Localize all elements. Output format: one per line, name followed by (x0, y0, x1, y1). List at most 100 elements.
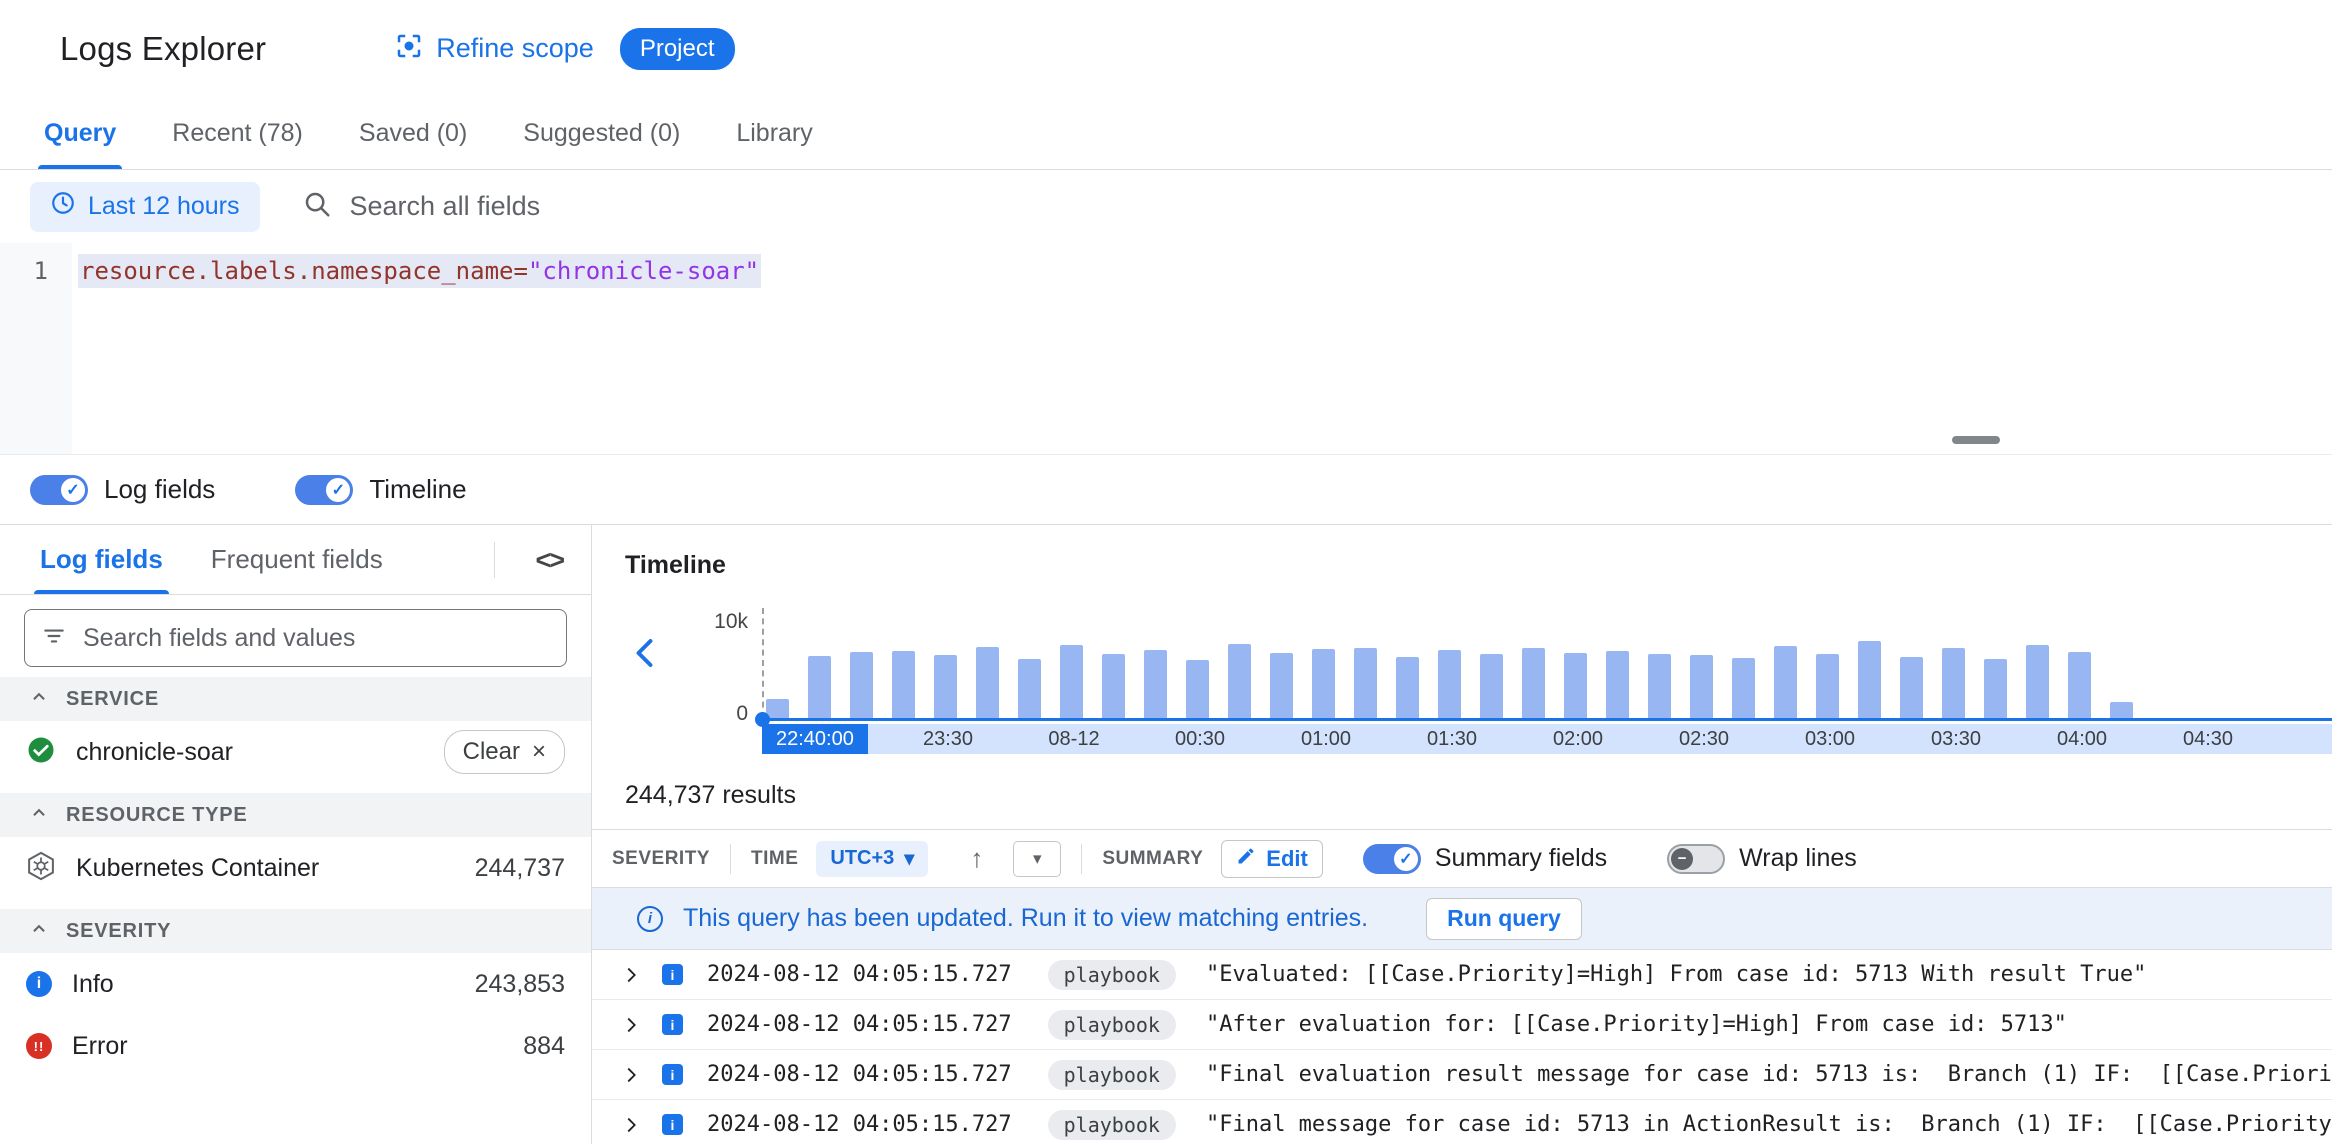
timeline-bar[interactable] (1564, 653, 1587, 718)
collapse-panel-icon[interactable]: <> (535, 525, 565, 595)
expand-chevron-icon[interactable] (620, 964, 642, 986)
timeline-bar[interactable] (1984, 659, 2007, 718)
timeline-bar[interactable] (1732, 658, 1755, 718)
refine-scope-button[interactable]: Refine scope (394, 31, 594, 66)
tab-frequent-fields[interactable]: Frequent fields (187, 525, 407, 594)
log-message: "Final evaluation result message for cas… (1205, 1062, 2332, 1087)
log-fields-toggle[interactable]: ✓ (30, 474, 88, 505)
timeline-bar[interactable] (1942, 648, 1965, 718)
timeline-range-line[interactable] (755, 712, 2332, 727)
timeline-x-label: 01:00 (1300, 728, 1352, 750)
sort-ascending-button[interactable]: ↑ (970, 843, 983, 874)
field-badge[interactable]: playbook (1047, 959, 1176, 990)
summary-fields-toggle[interactable]: ✓ (1362, 843, 1421, 874)
field-item-chronicle-soar[interactable]: chronicle-soar Clear × (0, 721, 591, 783)
timeline-bar[interactable] (976, 647, 999, 718)
field-badge[interactable]: playbook (1047, 1009, 1176, 1040)
tab-recent[interactable]: Recent (78) (144, 97, 331, 169)
timeline-bar[interactable] (1648, 654, 1671, 718)
time-range-button[interactable]: Last 12 hours (30, 181, 260, 232)
field-badge[interactable]: playbook (1047, 1059, 1176, 1090)
timeline-bars[interactable] (766, 620, 2332, 718)
info-icon: i (26, 971, 52, 997)
tab-library[interactable]: Library (708, 97, 840, 169)
field-item-count: 244,737 (474, 853, 565, 882)
timeline-bar[interactable] (1396, 657, 1419, 718)
timeline-bar[interactable] (1228, 643, 1251, 718)
field-badge[interactable]: playbook (1047, 1109, 1176, 1140)
log-row[interactable]: i 2024-08-12 04:05:15.727 playbook "Final m… (592, 1100, 2332, 1144)
clear-filter-button[interactable]: Clear × (443, 730, 565, 774)
search-all-fields-input[interactable] (347, 190, 2332, 223)
query-code-line[interactable]: resource.labels.namespace_name="chronicl… (78, 254, 762, 288)
line-number: 1 (33, 257, 48, 285)
timeline-bar[interactable] (1690, 655, 1713, 718)
timeline-bar[interactable] (1774, 646, 1797, 718)
query-value: "chronicle-soar" (527, 257, 760, 285)
timeline-bar[interactable] (808, 656, 831, 718)
expand-chevron-icon[interactable] (620, 1064, 642, 1086)
timeline-bar[interactable] (766, 699, 789, 718)
search-all-fields[interactable] (302, 189, 2332, 224)
timeline-toggle[interactable]: ✓ (295, 474, 354, 505)
log-message: "Evaluated: [[Case.Priority]=High] From … (1205, 962, 2147, 987)
section-severity-header[interactable]: SEVERITY (0, 909, 591, 953)
timeline-x-label: 01:30 (1426, 728, 1478, 750)
section-resource-type-header[interactable]: RESOURCE TYPE (0, 793, 591, 837)
timeline-bar[interactable] (1816, 654, 1839, 718)
timeline-prev-button[interactable] (628, 635, 664, 676)
column-options-dropdown[interactable]: ▾ (1013, 840, 1062, 877)
edit-label: Edit (1266, 845, 1308, 871)
timeline-bar[interactable] (2068, 652, 2091, 718)
results-panel: Timeline 10k 0 22:40:00 23:30 08-12 00:3… (592, 525, 2332, 1144)
timezone-selector[interactable]: UTC+3 ▾ (816, 840, 929, 877)
timeline-bar[interactable] (1186, 660, 1209, 718)
timeline-bar[interactable] (1438, 650, 1461, 718)
run-query-button[interactable]: Run query (1426, 897, 1582, 940)
timeline-bar[interactable] (1858, 640, 1881, 718)
timeline-chart[interactable]: 10k 0 22:40:00 23:30 08-12 00:30 01:00 01:30… (714, 608, 2332, 754)
timeline-x-axis: 22:40:00 23:30 08-12 00:30 01:00 01:30 02:00 0… (762, 724, 2332, 754)
time-column-label: TIME (750, 847, 799, 869)
field-item-error[interactable]: !! Error 884 (0, 1015, 591, 1077)
edit-summary-button[interactable]: Edit (1221, 839, 1323, 878)
timeline-bar[interactable] (2026, 644, 2049, 718)
main-split: Log fields Frequent fields <> SERVICE (0, 525, 2332, 1144)
timezone-label: UTC+3 (830, 847, 895, 869)
timeline-bar[interactable] (1480, 654, 1503, 718)
field-item-info[interactable]: i Info 243,853 (0, 953, 591, 1015)
fields-search-box[interactable] (24, 609, 567, 667)
fields-search-input[interactable] (81, 622, 550, 654)
expand-chevron-icon[interactable] (620, 1114, 642, 1136)
project-scope-badge[interactable]: Project (619, 27, 735, 70)
section-service-header[interactable]: SERVICE (0, 677, 591, 721)
tab-saved[interactable]: Saved (0) (331, 97, 495, 169)
tab-log-fields[interactable]: Log fields (16, 525, 187, 594)
log-row[interactable]: i 2024-08-12 04:05:15.727 playbook "After e… (592, 1000, 2332, 1050)
tab-query[interactable]: Query (16, 97, 144, 169)
timeline-bar[interactable] (1144, 650, 1167, 718)
timeline-bar[interactable] (1606, 651, 1629, 718)
wrap-lines-toggle[interactable]: − (1667, 843, 1726, 874)
field-item-label: chronicle-soar (76, 737, 234, 766)
timeline-bar[interactable] (1522, 648, 1545, 718)
timeline-bar[interactable] (892, 651, 915, 718)
timeline-bar[interactable] (1312, 649, 1335, 718)
log-fields-panel: Log fields Frequent fields <> SERVICE (0, 525, 592, 1144)
timeline-bar[interactable] (2110, 702, 2133, 718)
timeline-bar[interactable] (1270, 653, 1293, 718)
field-item-kubernetes-container[interactable]: Kubernetes Container 244,737 (0, 837, 591, 899)
timeline-bar[interactable] (1900, 657, 1923, 718)
log-row[interactable]: i 2024-08-12 04:05:15.727 playbook "Final e… (592, 1050, 2332, 1100)
timeline-bar[interactable] (934, 655, 957, 718)
tab-suggested[interactable]: Suggested (0) (495, 97, 708, 169)
log-row[interactable]: i 2024-08-12 04:05:15.727 playbook "Evaluat… (592, 950, 2332, 1000)
timeline-bar[interactable] (1102, 654, 1125, 718)
editor-resize-handle[interactable] (1952, 436, 2000, 444)
timeline-bar[interactable] (850, 652, 873, 718)
timeline-bar[interactable] (1018, 659, 1041, 718)
timeline-bar[interactable] (1354, 648, 1377, 718)
expand-chevron-icon[interactable] (620, 1014, 642, 1036)
timeline-bar[interactable] (1060, 645, 1083, 718)
query-editor[interactable]: 1 resource.labels.namespace_name="chroni… (0, 243, 2332, 455)
